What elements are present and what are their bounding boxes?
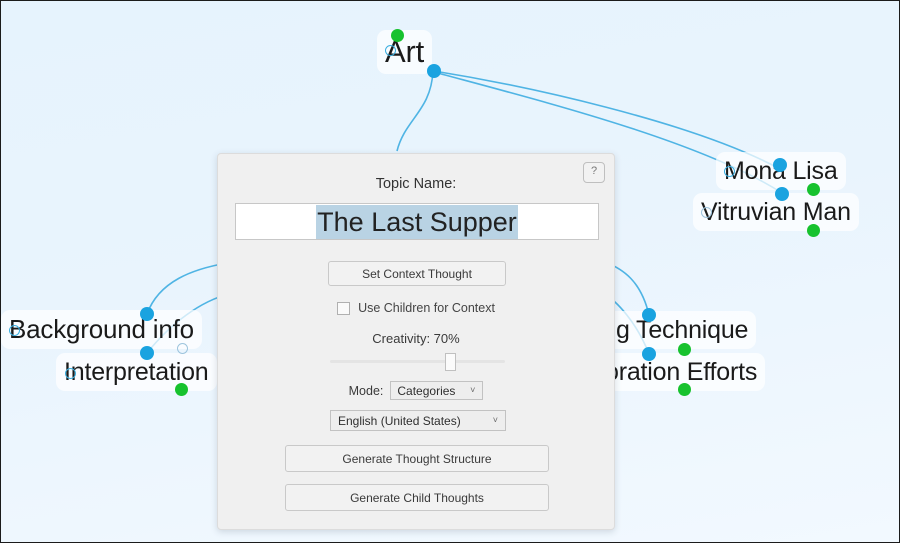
- mindmap-node-label: Interpretation: [64, 358, 209, 386]
- generate-thoughts-dialog: ? Topic Name: The Last Supper Set Contex…: [217, 153, 615, 530]
- mindmap-node-vitruvian-man[interactable]: Vitruvian Man: [693, 193, 859, 231]
- mode-row: Mode: Categories ˅: [218, 381, 614, 400]
- use-children-for-context-label: Use Children for Context: [358, 301, 495, 315]
- node-vitruvian-man-green-dot-icon[interactable]: [807, 224, 820, 237]
- creativity-slider-track[interactable]: [330, 360, 505, 363]
- mode-label: Mode:: [348, 383, 384, 398]
- creativity-slider[interactable]: [330, 352, 505, 371]
- application-window: Art Mona Lisa Vitruvian Man Background i…: [0, 0, 900, 543]
- creativity-label: Creativity: 70%: [372, 331, 460, 346]
- mode-select-value: Categories: [397, 383, 456, 398]
- language-select-value: English (United States): [338, 413, 461, 428]
- node-vitruvian-man-link-ring-icon[interactable]: [701, 207, 712, 218]
- node-painting-technique-blue-dot-icon[interactable]: [642, 308, 656, 322]
- mindmap-node-painting-technique[interactable]: ing Technique: [589, 311, 757, 349]
- node-mona-lisa-blue-dot-icon[interactable]: [773, 158, 787, 172]
- node-mona-lisa-green-dot-icon[interactable]: [807, 183, 820, 196]
- topic-name-input-value: The Last Supper: [316, 204, 518, 239]
- mindmap-node-label: ing Technique: [597, 316, 749, 344]
- node-vitruvian-man-blue-dot-icon[interactable]: [775, 187, 789, 201]
- node-painting-technique-green-dot-icon[interactable]: [678, 343, 691, 356]
- language-select[interactable]: English (United States) ˅: [330, 410, 506, 431]
- mode-select[interactable]: Categories ˅: [390, 381, 484, 400]
- creativity-slider-thumb[interactable]: [445, 353, 456, 371]
- node-art-link-ring-icon[interactable]: [385, 45, 396, 56]
- mindmap-node-label: oration Efforts: [605, 358, 758, 386]
- node-mona-lisa-link-ring-icon[interactable]: [724, 166, 735, 177]
- mindmap-node-background-info[interactable]: Background info: [1, 310, 202, 349]
- node-background-info-blue-dot-icon[interactable]: [140, 307, 154, 321]
- node-art-green-dot-icon[interactable]: [391, 29, 404, 42]
- node-interpretation-blue-dot-icon[interactable]: [140, 346, 154, 360]
- mindmap-node-label: Vitruvian Man: [701, 198, 851, 226]
- mindmap-node-label: Background info: [9, 314, 194, 344]
- node-background-info-link-ring-icon[interactable]: [9, 325, 20, 336]
- topic-name-input[interactable]: The Last Supper: [235, 203, 599, 240]
- set-context-thought-button[interactable]: Set Context Thought: [328, 261, 506, 286]
- use-children-for-context-row[interactable]: Use Children for Context: [218, 301, 614, 315]
- generate-thought-structure-button[interactable]: Generate Thought Structure: [285, 445, 549, 472]
- use-children-for-context-checkbox[interactable]: [337, 301, 351, 315]
- chevron-down-icon: ˅: [492, 414, 498, 425]
- generate-child-thoughts-button[interactable]: Generate Child Thoughts: [285, 484, 549, 511]
- topic-name-label: Topic Name:: [375, 176, 457, 192]
- chevron-down-icon: ˅: [470, 384, 476, 395]
- node-interpretation-link-ring-icon[interactable]: [65, 368, 76, 379]
- node-restoration-efforts-blue-dot-icon[interactable]: [642, 347, 656, 361]
- mindmap-node-interpretation[interactable]: Interpretation: [56, 353, 217, 391]
- node-interpretation-green-dot-icon[interactable]: [175, 383, 188, 396]
- node-restoration-efforts-green-dot-icon[interactable]: [678, 383, 691, 396]
- node-art-blue-dot-icon[interactable]: [427, 64, 441, 78]
- node-background-info-secondary-ring-icon[interactable]: [177, 343, 188, 354]
